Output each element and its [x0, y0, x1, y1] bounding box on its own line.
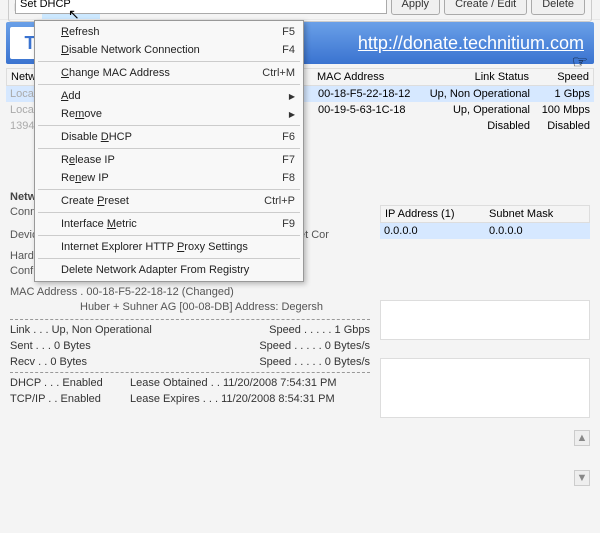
apply-button[interactable]: Apply — [391, 0, 441, 15]
stat-left: Link . . . Up, Non Operational — [10, 324, 152, 336]
stat-row: Link . . . Up, Non Operational Speed . . … — [10, 324, 370, 336]
menu-item-label: Release IP — [61, 154, 272, 166]
options-menu: Refresh F5 Disable Network Connection F4 Cha… — [34, 20, 304, 282]
menu-separator — [38, 258, 300, 259]
create-edit-button[interactable]: Create / Edit — [444, 0, 527, 15]
ip-cell: 0.0.0.0 — [380, 223, 485, 239]
separator — [10, 372, 370, 373]
stat-right: Speed . . . . . 1 Gbps — [269, 324, 370, 336]
mask-cell: 0.0.0.0 — [485, 223, 590, 239]
menu-shortcut: F6 — [282, 131, 295, 143]
menu-item-interface-metric[interactable]: Interface Metric F9 — [37, 215, 301, 233]
menu-item-label: Change MAC Address — [61, 67, 252, 79]
menu-item-disable-dhcp[interactable]: Disable DHCP F6 — [37, 128, 301, 146]
delete-button[interactable]: Delete — [531, 0, 585, 15]
scroll-down-button[interactable]: ▼ — [574, 470, 590, 486]
dhcp-left: TCP/IP . . Enabled — [10, 393, 110, 405]
menu-item-remove[interactable]: Remove▶ — [37, 105, 301, 123]
menu-item-disable-network-connection[interactable]: Disable Network Connection F4 — [37, 41, 301, 59]
menu-item-internet-explorer-http-proxy-settings[interactable]: Internet Explorer HTTP Proxy Settings — [37, 238, 301, 256]
menu-separator — [38, 189, 300, 190]
detail-line: MAC Address . 00-18-F5-22-18-12 (Changed… — [10, 285, 370, 300]
preset-combobox[interactable]: Set DHCP — [15, 0, 387, 14]
stat-right: Speed . . . . . 0 Bytes/s — [259, 356, 370, 368]
cell-speed: Disabled — [534, 118, 594, 134]
submenu-arrow-icon: ▶ — [289, 92, 295, 101]
separator — [10, 319, 370, 320]
banner-url[interactable]: http://donate.technitium.com — [358, 33, 584, 54]
menu-item-label: Refresh — [61, 26, 272, 38]
cell-mac: 00-18-F5-22-18-12 — [314, 86, 424, 102]
dhcp-right: Lease Obtained . . 11/20/2008 7:54:31 PM — [130, 377, 370, 389]
menu-item-label: Remove — [61, 108, 295, 120]
stat-left: Recv . . 0 Bytes — [10, 356, 87, 368]
menu-shortcut: F7 — [282, 154, 295, 166]
cell-link: Up, Non Operational — [424, 86, 534, 102]
cell-speed: 1 Gbps — [534, 86, 594, 102]
ip-row[interactable]: 0.0.0.0 0.0.0.0 — [380, 223, 590, 239]
dhcp-right: Lease Expires . . . 11/20/2008 8:54:31 P… — [130, 393, 370, 405]
col-speed[interactable]: Speed — [533, 69, 593, 85]
gateway-list[interactable] — [380, 300, 590, 340]
menu-item-label: Internet Explorer HTTP Proxy Settings — [61, 241, 295, 253]
menu-separator — [38, 84, 300, 85]
scroll-up-button[interactable]: ▲ — [574, 430, 590, 446]
cell-link: Disabled — [424, 118, 534, 134]
menu-item-label: Delete Network Adapter From Registry — [61, 264, 295, 276]
menu-item-label: Renew IP — [61, 172, 272, 184]
submenu-arrow-icon: ▶ — [289, 110, 295, 119]
cell-mac: 00-19-5-63-1C-18 — [314, 102, 424, 118]
menu-shortcut: F9 — [282, 218, 295, 230]
stat-left: Sent . . . 0 Bytes — [10, 340, 91, 352]
cell-speed: 100 Mbps — [534, 102, 594, 118]
col-mac-address[interactable]: MAC Address — [313, 69, 423, 85]
menu-item-delete-network-adapter-from-registry[interactable]: Delete Network Adapter From Registry — [37, 261, 301, 279]
ip-header: IP Address (1) Subnet Mask — [380, 205, 590, 223]
menu-item-refresh[interactable]: Refresh F5 — [37, 23, 301, 41]
dhcp-row: TCP/IP . . Enabled Lease Expires . . . 11… — [10, 393, 370, 405]
stat-right: Speed . . . . . 0 Bytes/s — [259, 340, 370, 352]
menu-separator — [38, 212, 300, 213]
menu-item-release-ip[interactable]: Release IP F7 — [37, 151, 301, 169]
dns-list[interactable] — [380, 358, 590, 418]
menu-separator — [38, 148, 300, 149]
menu-shortcut: Ctrl+M — [262, 67, 295, 79]
menu-item-change-mac-address[interactable]: Change MAC Address Ctrl+M — [37, 64, 301, 82]
menu-item-label: Interface Metric — [61, 218, 272, 230]
menu-shortcut: F5 — [282, 26, 295, 38]
menu-shortcut: F8 — [282, 172, 295, 184]
menu-item-add[interactable]: Add▶ — [37, 87, 301, 105]
menu-shortcut: F4 — [282, 44, 295, 56]
menu-separator — [38, 125, 300, 126]
menu-item-renew-ip[interactable]: Renew IP F8 — [37, 169, 301, 187]
col-ip-address[interactable]: IP Address (1) — [381, 206, 485, 222]
menu-item-label: Disable DHCP — [61, 131, 272, 143]
configuration-presets-group: Configuration Presets Set DHCP Apply Cre… — [8, 0, 592, 22]
cell-link: Up, Operational — [424, 102, 534, 118]
menu-item-label: Create Preset — [61, 195, 254, 207]
dhcp-left: DHCP . . . Enabled — [10, 377, 110, 389]
menu-item-label: Disable Network Connection — [61, 44, 272, 56]
cell-mac — [314, 118, 424, 134]
menu-item-create-preset[interactable]: Create Preset Ctrl+P — [37, 192, 301, 210]
menu-shortcut: Ctrl+P — [264, 195, 295, 207]
col-subnet-mask[interactable]: Subnet Mask — [485, 206, 589, 222]
menu-separator — [38, 61, 300, 62]
ip-address-pane: IP Address (1) Subnet Mask 0.0.0.0 0.0.0… — [380, 205, 590, 239]
stat-row: Recv . . 0 Bytes Speed . . . . . 0 Bytes/… — [10, 356, 370, 368]
vendor-line: Huber + Suhner AG [00-08-DB] Address: De… — [10, 300, 370, 315]
stat-row: Sent . . . 0 Bytes Speed . . . . . 0 Byte… — [10, 340, 370, 352]
menu-item-label: Add — [61, 90, 295, 102]
col-link-status[interactable]: Link Status — [423, 69, 533, 85]
menu-separator — [38, 235, 300, 236]
dhcp-row: DHCP . . . Enabled Lease Obtained . . 11/… — [10, 377, 370, 389]
